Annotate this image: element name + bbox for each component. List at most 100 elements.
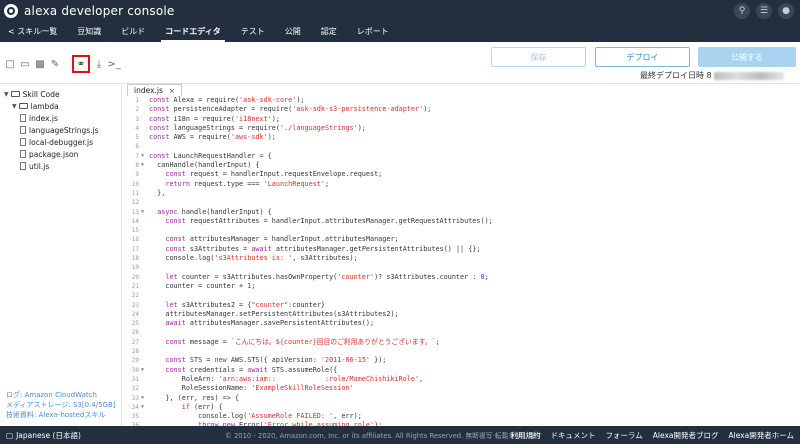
code-line[interactable]: 16 const attributesManager = handlerInpu… [123,235,800,244]
code-line[interactable]: 2 const persistenceAdapter = require('ask… [123,105,800,114]
code-line[interactable]: 4 const languageStrings = require('./lang… [123,124,800,133]
nav-tab-certification[interactable]: 認定 [311,22,347,42]
code-line[interactable]: 11 }, [123,189,800,198]
delete-icon[interactable]: ▩ [34,57,46,71]
line-number: 14 [131,217,139,225]
code-line[interactable]: 28 [123,347,800,356]
footer-link-terms[interactable]: 利用規約 [510,430,540,441]
code-line[interactable]: 32 RoleSessionName: 'ExampleSkillRoleSes… [123,384,800,393]
fold-caret-icon[interactable]: ▼ [141,403,144,412]
code-text: const s3Attributes = await attributesMan… [165,244,481,253]
new-folder-icon[interactable]: ▭ [19,57,31,71]
footer-link-blog[interactable]: Alexa開発者ブログ [653,430,719,441]
deploy-button[interactable]: デプロイ [595,47,690,67]
tree-file-package-json[interactable]: package.json [20,148,78,160]
code-text: canHandle(handlerInput) { [149,161,260,170]
save-button[interactable]: 保存 [491,47,586,67]
tree-file-index-js[interactable]: index.js [20,112,58,124]
code-line[interactable]: 26 [123,328,800,337]
tree-file-local-debugger-js[interactable]: local-debugger.js [20,136,93,148]
code-line[interactable]: 31 RoleArn: 'arn:aws:iam:: :role/MameChi… [123,375,800,384]
code-line[interactable]: 10 return request.type === 'LaunchReques… [123,180,800,189]
tree-folder-skill-code[interactable]: ▼ Skill Code [4,88,60,100]
tab-label: index.js [134,86,163,95]
code-line[interactable]: 7 ▼ const LaunchRequestHandler = { [123,152,800,161]
tree-folder-lambda[interactable]: ▼ lambda [12,100,59,112]
code-line[interactable]: 34 ▼ if (err) { [123,403,800,412]
fold-caret-icon[interactable]: ▼ [141,152,144,161]
code-line[interactable]: 23 let s3Attributes2 = {"counter":counte… [123,301,800,310]
fold-caret-icon[interactable]: ▼ [141,161,144,170]
notifications-icon[interactable]: ☰ [756,3,772,19]
new-file-icon[interactable]: □ [4,57,16,71]
download-icon[interactable]: ⤓ [93,57,105,71]
code-line[interactable]: 24 attributesManager.setPersistentAttrib… [123,310,800,319]
sidebar-footer-links: ログ: Amazon CloudWatch メディアストレージ: S3[0.4/… [6,390,115,420]
tree-label: lambda [30,101,59,111]
nav-tab-trivia[interactable]: 豆知識 [67,22,111,42]
nav-tab-code-editor[interactable]: コードエディタ [155,22,230,42]
code-line[interactable]: 14 const requestAttributes = handlerInpu… [123,217,800,226]
link-icon[interactable]: ⚭ [72,55,90,73]
tab-index-js[interactable]: index.js × [127,84,182,96]
publish-button[interactable]: 公開する [698,47,796,67]
footer-link-forums[interactable]: フォーラム [605,430,642,441]
tree-label: Skill Code [22,89,60,99]
nav-back-to-skills[interactable]: < スキル一覧 [0,22,67,42]
code-line[interactable]: 13 ▼ async handle(handlerInput) { [123,208,800,217]
code-line[interactable]: 5 const AWS = require('aws-sdk'); [123,133,800,142]
footer-link-docs[interactable]: ドキュメント [550,430,595,441]
language-selector[interactable]: ▢ Japanese (日本語) [6,430,81,441]
redacted-date [713,71,784,80]
nav-tab-analytics[interactable]: レポート [347,22,399,42]
code-editor[interactable]: index.js × 1 const Alexa = require('ask-s… [123,84,800,426]
code-line[interactable]: 3 const i18n = require('i18next'); [123,115,800,124]
code-line[interactable]: 18 console.log('s3Attributes is: ', s3At… [123,254,800,263]
brand[interactable]: alexa developer console [4,4,175,18]
code-line[interactable]: 8 ▼ canHandle(handlerInput) { [123,161,800,170]
line-number: 17 [131,245,139,253]
nav-tab-build[interactable]: ビルド [111,22,155,42]
code-line[interactable]: 20 let counter = s3Attributes.hasOwnProp… [123,273,800,282]
code-line[interactable]: 33 ▼ }, (err, res) => { [123,394,800,403]
search-icon[interactable]: ⚲ [734,3,750,19]
code-line[interactable]: 25 await attributesManager.savePersisten… [123,319,800,328]
code-line[interactable]: 1 const Alexa = require('ask-sdk-core'); [123,96,800,105]
code-line[interactable]: 22 [123,291,800,300]
code-text: const message = `こんにちは。${counter}回目のご利用あ… [165,337,440,346]
fold-caret-icon[interactable]: ▼ [141,208,144,217]
nav-tab-distribution[interactable]: 公開 [275,22,311,42]
line-number: 2 [135,106,139,114]
docs-link[interactable]: 技術資料: Alexa-hostedスキル [6,410,115,420]
tree-file-util-js[interactable]: util.js [20,160,49,172]
fold-caret-icon[interactable]: ▼ [141,394,144,403]
account-icon[interactable]: ● [778,3,794,19]
code-area[interactable]: 1 const Alexa = require('ask-sdk-core'); 2… [123,96,800,426]
code-line[interactable]: 29 const STS = new AWS.STS({ apiVersion:… [123,356,800,365]
code-line[interactable]: 21 counter = counter + 1; [123,282,800,291]
media-storage-link[interactable]: メディアストレージ: S3[0.4/5GB] [6,400,115,410]
code-line[interactable]: 27 const message = `こんにちは。${counter}回目のご… [123,338,800,347]
code-text: const attributesManager = handlerInput.a… [165,235,399,244]
fold-caret-icon[interactable]: ▼ [141,366,144,375]
code-line[interactable]: 12 [123,198,800,207]
code-line[interactable]: 19 [123,263,800,272]
code-line[interactable]: 6 [123,142,800,151]
code-line[interactable]: 9 const request = handlerInput.requestEn… [123,170,800,179]
code-line[interactable]: 35 console.log('AssumeRole FAILED: ', er… [123,412,800,421]
nav-tab-test[interactable]: テスト [231,22,275,42]
cloudwatch-link[interactable]: ログ: Amazon CloudWatch [6,390,115,400]
tree-file-languagestrings-js[interactable]: languageStrings.js [20,124,99,136]
line-number: 13 [131,208,139,216]
close-icon[interactable]: × [169,87,175,95]
footer-link-home[interactable]: Alexa開発者ホーム [728,430,794,441]
code-text: const i18n = require('i18next'); [149,114,280,123]
line-number: 21 [131,282,139,290]
code-text: await attributesManager.savePersistentAt… [165,319,375,328]
terminal-icon[interactable]: >_ [107,57,120,71]
code-line[interactable]: 15 [123,226,800,235]
code-line[interactable]: 30 ▼ const credentials = await STS.assume… [123,366,800,375]
code-line[interactable]: 17 const s3Attributes = await attributes… [123,245,800,254]
code-text: const STS = new AWS.STS({ apiVersion: '2… [165,356,387,365]
edit-icon[interactable]: ✎ [49,57,61,71]
